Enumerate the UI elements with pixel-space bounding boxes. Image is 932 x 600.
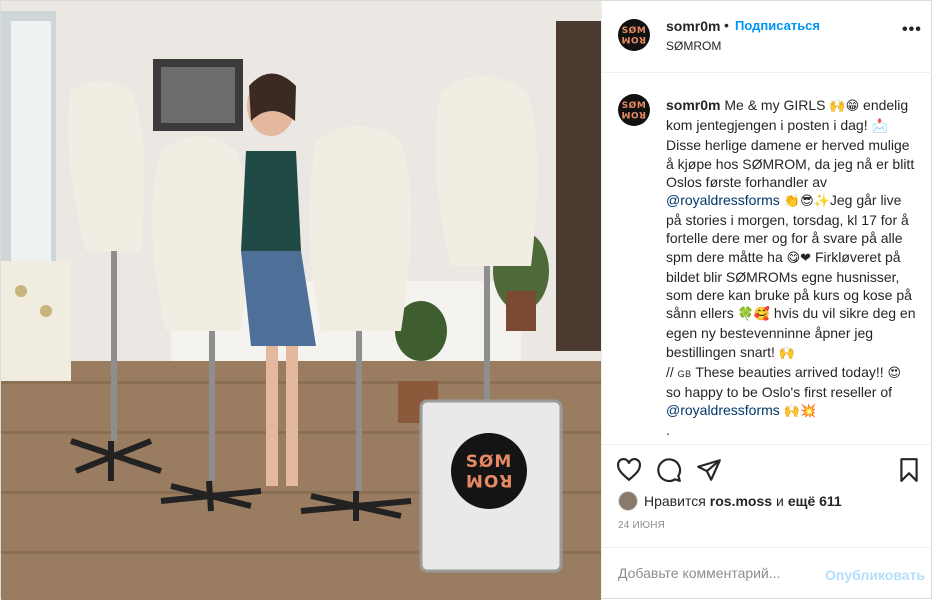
caption-part: These beauties arrived today!! <box>691 363 888 380</box>
header-username[interactable]: somr0m <box>666 18 720 34</box>
instagram-post: SØM ROM SØM ROM somr0m • Подписаться SØM… <box>0 0 932 600</box>
comment-input[interactable] <box>618 565 828 581</box>
publish-button[interactable]: Опубликовать <box>825 567 925 583</box>
caption-avatar-logo-bottom: ROM <box>621 109 647 120</box>
emoji: 😍 <box>887 365 902 381</box>
header-location[interactable]: SØMROM <box>666 39 721 53</box>
liker-username[interactable]: ros.moss <box>710 493 772 509</box>
likes-middle: и <box>776 493 784 509</box>
likes-count[interactable]: ещё 611 <box>788 493 842 509</box>
likes-line: Нравится ros.moss и ещё 611 <box>618 490 846 512</box>
avatar-logo: SØM ROM <box>618 19 650 51</box>
bookmark-icon[interactable] <box>896 457 922 483</box>
caption-area: SØM ROM somr0m Me & my GIRLS 🙌😁 endelig … <box>602 74 932 444</box>
caption-part: Disse herlige damene er herved mulige å … <box>666 137 915 190</box>
caption-part: . <box>666 422 670 439</box>
sign-logo-bottom: ROM <box>465 470 513 490</box>
share-icon[interactable] <box>696 457 722 483</box>
header-separator: • <box>724 17 729 33</box>
caption-username[interactable]: somr0m <box>666 97 720 113</box>
emoji: 🍀🥰 <box>737 307 770 323</box>
emoji: 📩 <box>871 119 888 135</box>
post-photo[interactable]: SØM ROM <box>1 1 601 600</box>
heart-icon[interactable] <box>616 457 642 483</box>
caption-text: somr0m Me & my GIRLS 🙌😁 endelig kom jent… <box>666 96 918 440</box>
avatar-logo-bottom: ROM <box>621 34 647 45</box>
comment-icon[interactable] <box>656 457 682 483</box>
liker-avatar[interactable] <box>618 491 638 511</box>
action-bar <box>602 444 932 494</box>
comment-bar: Опубликовать <box>602 547 932 600</box>
post-header: SØM ROM somr0m • Подписаться SØMROM ••• <box>602 1 932 73</box>
emoji: 🙌 <box>778 345 796 361</box>
mention-link[interactable]: @royaldressforms <box>666 402 780 418</box>
emoji: 🙌😁 <box>829 99 860 114</box>
caption-avatar-logo: SØM ROM <box>618 94 650 126</box>
follow-button[interactable]: Подписаться <box>735 18 820 33</box>
caption-part: Me & my GIRLS <box>720 97 830 113</box>
caption-avatar[interactable]: SØM ROM <box>618 94 650 126</box>
post-date[interactable]: 24 июня <box>618 520 665 531</box>
sign-logo: SØM ROM <box>451 433 527 509</box>
flag-gb: GB <box>677 368 692 379</box>
post-side-panel: SØM ROM somr0m • Подписаться SØMROM ••• … <box>601 1 932 600</box>
emoji: 👏😎 <box>779 194 814 210</box>
caption-part: // <box>666 363 678 380</box>
mention-link[interactable]: @royaldressforms <box>666 192 780 208</box>
emoji: 🙌💥 <box>779 404 817 420</box>
emoji: ✨ <box>813 194 830 210</box>
likes-prefix: Нравится <box>644 493 706 509</box>
avatar[interactable]: SØM ROM <box>618 19 650 51</box>
caption-part: so happy to be Oslo's first reseller of <box>666 384 892 401</box>
emoji: 😋❤ <box>786 250 812 266</box>
sign-logo-top: SØM <box>465 452 513 472</box>
more-icon[interactable]: ••• <box>902 22 922 45</box>
